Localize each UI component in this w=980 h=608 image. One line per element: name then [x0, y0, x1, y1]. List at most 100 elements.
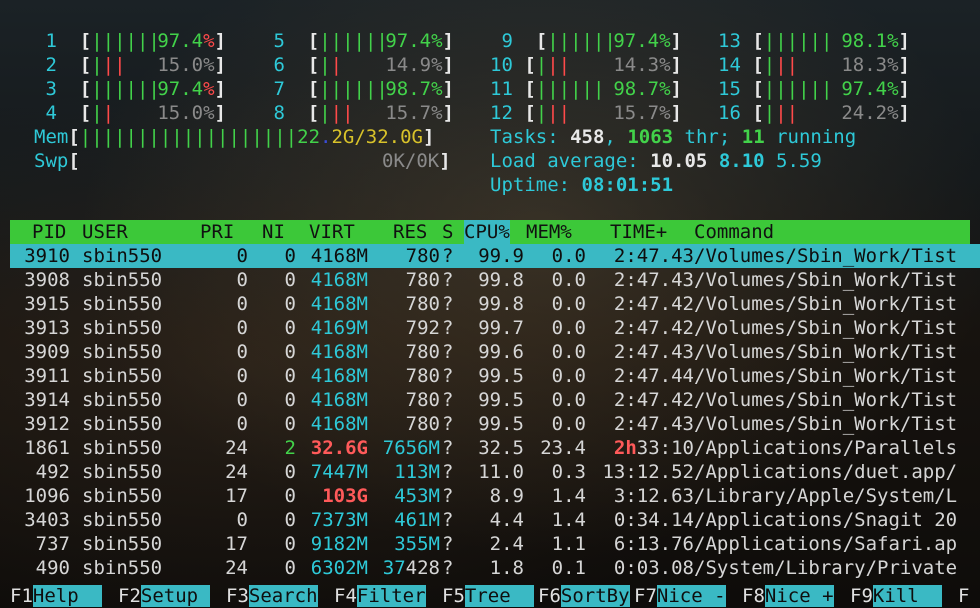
column-header-command[interactable]: Command	[694, 220, 774, 244]
cell-cpu: 99.9	[478, 245, 524, 267]
cell-time: 2:47.43	[613, 413, 694, 435]
swp-value: 0K/0K]	[382, 150, 451, 172]
cell-cmd: /Applications/Safari.ap	[694, 533, 958, 555]
fkey-f9[interactable]: F9Kill	[850, 584, 942, 608]
table-row[interactable]: 3908 sbin550 0 0 4168M 780? 99.8 0.0 2:47.43/Vol…	[10, 268, 980, 292]
table-row[interactable]: 3909 sbin550 0 0 4168M 780? 99.6 0.0 2:47.43/Vol…	[10, 340, 980, 364]
fkey-key: F1	[10, 585, 33, 607]
table-row[interactable]: 3914 sbin550 0 0 4168M 780? 99.5 0.0 2:47.42/Vol…	[10, 388, 980, 412]
column-header-pri[interactable]: PRI	[200, 220, 234, 244]
cell-virt: 103G	[322, 485, 368, 507]
table-row[interactable]: 1861 sbin550 24 2 32.6G 7656M? 32.5 23.4 2h33:10…	[10, 436, 980, 460]
cpu-percent: 15.7	[385, 102, 432, 124]
table-row[interactable]: 3910 sbin550 0 0 4168M 780? 99.9 0.0 2:47.43/Vol…	[10, 244, 980, 268]
cell-cmd: /Volumes/Sbin_Work/Tist	[694, 365, 958, 387]
table-row[interactable]: 3403 sbin550 0 0 7373M 461M? 4.4 1.4 0:34.14/App…	[10, 508, 980, 532]
column-header-res[interactable]: RES	[393, 220, 427, 244]
fkey-f2[interactable]: F2Setup	[118, 584, 210, 608]
cpu-bar: |||	[535, 102, 571, 124]
cell-ni: 0	[284, 341, 296, 363]
cell-res: 7656M	[382, 437, 440, 459]
fkey-f3[interactable]: F3Search	[226, 584, 318, 608]
cell-pid: 3910	[24, 245, 70, 267]
cell-res: 780	[405, 365, 440, 387]
cell-cmd: /Volumes/Sbin_Work/Tist	[694, 341, 958, 363]
tasks-count: 458	[570, 126, 605, 148]
cell-s: ?	[442, 437, 454, 459]
cpu-percent-wrap: 97.4%]	[841, 78, 910, 100]
fkey-f8[interactable]: F8Nice +	[742, 584, 834, 608]
cpu-percent-wrap: 97.4%]	[157, 78, 226, 100]
cpu-id: 7	[262, 78, 308, 100]
cell-virt: 4168M	[310, 413, 368, 435]
cpu-id: 2	[34, 54, 80, 76]
cell-user: sbin550	[82, 269, 163, 291]
column-header-s[interactable]: S	[442, 220, 453, 244]
cell-pid: 492	[35, 461, 70, 483]
cpu-percent: 15.7	[613, 102, 660, 124]
table-row[interactable]: 3911 sbin550 0 0 4168M 780? 99.5 0.0 2:47.44/Vol…	[10, 364, 980, 388]
cell-ni: 0	[284, 317, 296, 339]
column-header-mem[interactable]: MEM%	[526, 220, 572, 244]
cell-res: 355M	[394, 533, 440, 555]
cell-cmd: /Applications/Parallels	[694, 437, 958, 459]
fkey-label: SortBy	[560, 585, 630, 607]
column-header-virt[interactable]: VIRT	[309, 220, 355, 244]
fkey-f5[interactable]: F5Tree	[442, 584, 534, 608]
cell-mem: 0.0	[551, 341, 586, 363]
cell-pri: 0	[236, 245, 248, 267]
table-row[interactable]: 3913 sbin550 0 0 4169M 792? 99.7 0.0 2:47.42/Vol…	[10, 316, 980, 340]
cell-pid: 3915	[24, 293, 70, 315]
cell-pri: 24	[225, 557, 248, 579]
cell-cmd: /Applications/duet.app/	[694, 461, 958, 483]
cpu-percent: 97.4	[157, 30, 204, 52]
fkey-f1[interactable]: F1Help	[10, 584, 102, 608]
cpu-percent: 98.7	[613, 78, 660, 100]
table-row[interactable]: 737 sbin550 17 0 9182M 355M? 2.4 1.1 6:13.76/App…	[10, 532, 980, 556]
cell-res: 792	[405, 317, 440, 339]
column-header-cpu[interactable]: CPU%	[464, 220, 510, 244]
cpu-percent-wrap: 98.7%]	[613, 78, 682, 100]
tasks-label: Tasks:	[490, 126, 559, 148]
fkey-key: F	[958, 585, 970, 607]
fkey-key: F3	[226, 585, 249, 607]
cpu-percent-wrap: 97.4%]	[157, 30, 226, 52]
cell-cpu: 99.5	[478, 413, 524, 435]
cell-ni: 0	[284, 461, 296, 483]
table-row[interactable]: 490 sbin550 24 0 6302M 37428? 1.8 0.1 0:03.08/Sy…	[10, 556, 980, 580]
column-header-user[interactable]: USER	[82, 220, 128, 244]
cell-cpu: 99.8	[478, 293, 524, 315]
cell-time: 3:12.63	[613, 485, 694, 507]
cell-pid: 3914	[24, 389, 70, 411]
table-row[interactable]: 1096 sbin550 17 0 103G 453M? 8.9 1.4 3:12.63/Lib…	[10, 484, 980, 508]
cpu-meter-7: 7 [||||||	[262, 78, 388, 100]
fkey-label: Kill	[872, 585, 942, 607]
column-header-time[interactable]: TIME+	[610, 220, 667, 244]
fkey-f[interactable]: F	[958, 584, 969, 608]
cell-res: 37428	[382, 557, 440, 579]
cell-ni: 0	[284, 293, 296, 315]
process-table-header[interactable]: PID USER PRI NI VIRT RES S CPU% MEM% TIME+ Command	[10, 220, 970, 244]
cell-time: 13:12.52	[602, 461, 694, 483]
fkey-f7[interactable]: F7Nice -	[634, 584, 726, 608]
cell-cpu: 99.5	[478, 365, 524, 387]
cell-ni: 0	[284, 557, 296, 579]
table-row[interactable]: 3915 sbin550 0 0 4168M 780? 99.8 0.0 2:47.42/Vol…	[10, 292, 980, 316]
table-row[interactable]: 3912 sbin550 0 0 4168M 780? 99.5 0.0 2:47.43/Vol…	[10, 412, 980, 436]
cell-cmd: /Volumes/Sbin_Work/Tist	[694, 245, 958, 267]
cell-pid: 737	[35, 533, 70, 555]
swp-label: Swp	[34, 150, 69, 172]
column-header-ni[interactable]: NI	[262, 220, 285, 244]
cpu-bar: |||	[763, 54, 799, 76]
cpu-bar: ||||||	[547, 30, 616, 52]
table-row[interactable]: 492 sbin550 24 0 7447M 113M? 11.0 0.3 13:12.52/A…	[10, 460, 980, 484]
fkey-f6[interactable]: F6SortBy	[538, 584, 630, 608]
column-header-pid[interactable]: PID	[32, 220, 66, 244]
cell-res: 780	[405, 293, 440, 315]
mem-bar: |||||||||||||||||||	[79, 126, 298, 148]
cell-ni: 2	[284, 437, 296, 459]
cpu-bar: ||||||	[535, 78, 605, 100]
fkey-key: F4	[334, 585, 357, 607]
fkey-label: Nice +	[764, 585, 834, 607]
fkey-f4[interactable]: F4Filter	[334, 584, 426, 608]
